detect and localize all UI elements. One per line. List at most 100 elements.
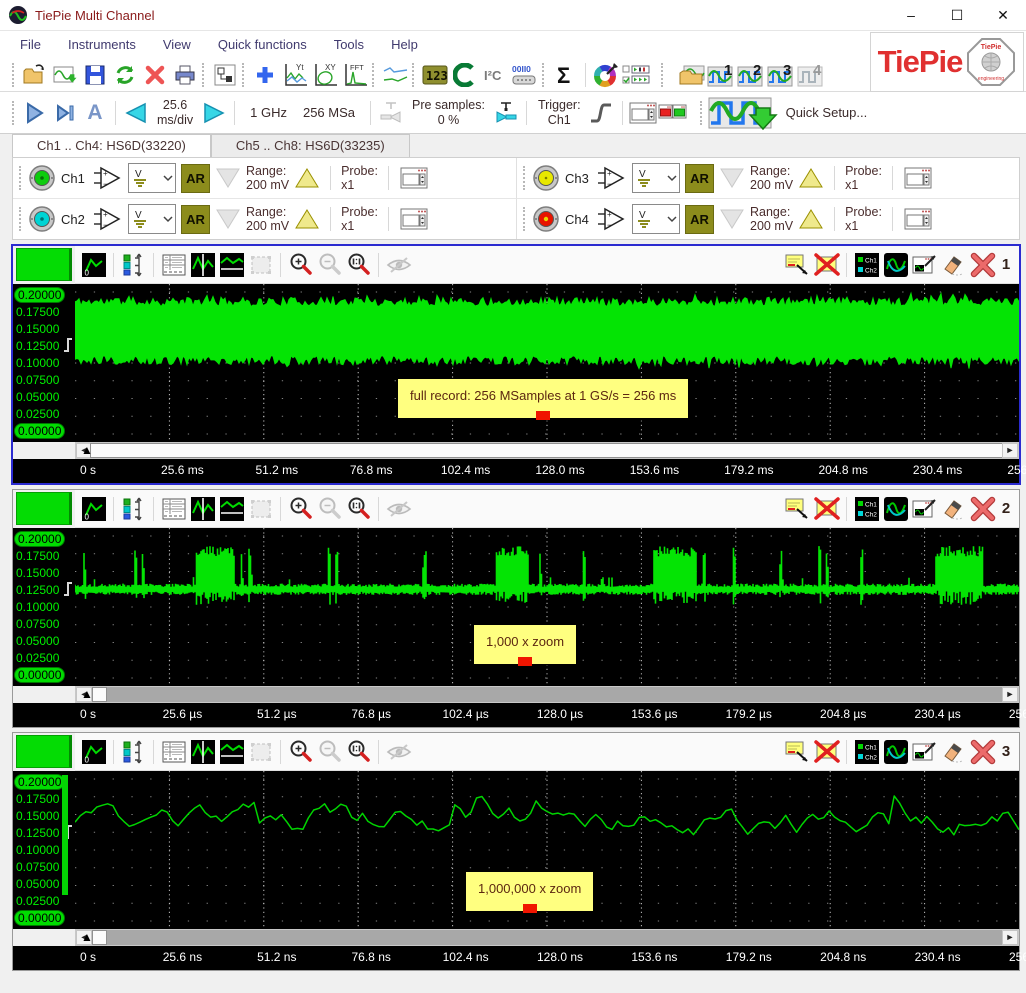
gauge-button[interactable] [450, 61, 480, 89]
horizontal-cursor-button[interactable] [217, 494, 246, 524]
amplifier-icon[interactable]: +− [93, 165, 123, 191]
range-up-triangle-icon[interactable] [798, 166, 824, 190]
export-waveform-button[interactable] [50, 61, 80, 89]
channel-settings-icon[interactable] [399, 165, 429, 191]
horizontal-scrollbar[interactable]: ▲ ◄ ► [75, 442, 1019, 459]
auto-setup-button[interactable]: A [80, 99, 110, 127]
quick-measurement-2-button[interactable]: 2 [737, 61, 767, 89]
coupling-select[interactable]: V [632, 163, 680, 193]
coupling-select[interactable]: V [128, 163, 176, 193]
sum-button[interactable]: Σ [550, 61, 580, 89]
menu-file[interactable]: File [20, 37, 41, 52]
open-file-button[interactable] [20, 61, 50, 89]
fft-graph-button[interactable]: FFT [340, 61, 370, 89]
zoom-in-button[interactable] [286, 250, 315, 280]
start-button[interactable] [20, 99, 50, 127]
scroll-right-button[interactable]: ► [1002, 930, 1018, 945]
channel-settings-icon[interactable] [903, 165, 933, 191]
autorange-button[interactable]: AR [685, 163, 714, 193]
amplifier-icon[interactable]: +− [597, 206, 627, 232]
amplifier-icon[interactable]: +− [597, 165, 627, 191]
plot-area[interactable]: 1,000,000 x zoom [75, 771, 1019, 929]
zoom-in-button[interactable] [286, 737, 315, 767]
scrollbar-thumb[interactable] [92, 930, 107, 945]
vertical-cursor-button[interactable] [188, 250, 217, 280]
axes-zero-button[interactable]: 0 [79, 737, 108, 767]
autorange-button[interactable]: AR [181, 163, 210, 193]
horizontal-scrollbar[interactable]: ▲ ◄ ► [75, 686, 1019, 703]
close-graph-button[interactable] [968, 494, 997, 524]
bnc-connector-ch3-icon[interactable] [532, 164, 560, 192]
range-up-triangle-icon[interactable] [798, 207, 824, 231]
bnc-connector-ch2-icon[interactable] [28, 205, 56, 233]
horizontal-cursor-button[interactable] [217, 250, 246, 280]
minimize-button[interactable]: – [888, 0, 934, 30]
menu-tools[interactable]: Tools [334, 37, 364, 52]
value-table-button[interactable] [159, 494, 188, 524]
eraser-button[interactable] [939, 250, 968, 280]
line-graph-button[interactable] [380, 61, 410, 89]
coupling-select[interactable]: V [128, 204, 176, 234]
zoom-in-button[interactable] [286, 494, 315, 524]
add-comment-button[interactable] [783, 494, 812, 524]
zoom-all-button[interactable] [344, 494, 373, 524]
open-in-window-button[interactable] [910, 737, 939, 767]
delete-comment-button[interactable] [812, 494, 841, 524]
amplifier-icon[interactable]: +− [93, 206, 123, 232]
add-comment-button[interactable] [783, 737, 812, 767]
print-button[interactable] [170, 61, 200, 89]
quick-measurement-3-button[interactable]: 3 [767, 61, 797, 89]
axes-zero-button[interactable]: 0 [79, 250, 108, 280]
plot-area[interactable]: full record: 256 MSamples at 1 GS/s = 25… [75, 284, 1019, 442]
vertical-cursor-button[interactable] [188, 494, 217, 524]
object-tree-button[interactable] [210, 61, 240, 89]
timebase-faster-button[interactable] [199, 99, 229, 127]
trigger-edge-button[interactable] [587, 99, 617, 127]
trace-style-button[interactable] [881, 737, 910, 767]
y-tick[interactable]: 0.00000 [14, 667, 75, 683]
value-table-button[interactable] [159, 737, 188, 767]
trigger-level-icon[interactable] [63, 578, 75, 600]
axis-offset-slider[interactable] [16, 735, 72, 768]
axis-offset-slider[interactable] [16, 248, 72, 281]
menu-help[interactable]: Help [391, 37, 418, 52]
y-tick[interactable]: 0.20000 [14, 287, 75, 303]
meter-button[interactable]: 123 [420, 61, 450, 89]
autorange-button[interactable]: AR [181, 204, 210, 234]
tab-hs6d-33235[interactable]: Ch5 .. Ch8: HS6D(33235) [210, 134, 410, 157]
comment-note[interactable]: 1,000,000 x zoom [465, 871, 595, 913]
open-in-window-button[interactable] [910, 250, 939, 280]
scroll-right-button[interactable]: ► [1002, 443, 1018, 458]
add-comment-button[interactable] [783, 250, 812, 280]
range-up-triangle-icon[interactable] [294, 166, 320, 190]
delete-button[interactable] [140, 61, 170, 89]
eraser-button[interactable] [939, 494, 968, 524]
xy-graph-button[interactable]: XY [310, 61, 340, 89]
trigger-level-icon[interactable] [63, 334, 75, 356]
autorange-button[interactable]: AR [685, 204, 714, 234]
bnc-connector-ch1-icon[interactable] [28, 164, 56, 192]
horizontal-cursor-button[interactable] [217, 737, 246, 767]
scrollbar-thumb[interactable] [92, 687, 107, 702]
close-button[interactable]: ✕ [980, 0, 1026, 30]
process-options-button[interactable] [621, 61, 651, 89]
trace-style-button[interactable] [881, 250, 910, 280]
y-tick[interactable]: 0.20000 [14, 531, 75, 547]
add-object-button[interactable] [250, 61, 280, 89]
save-button[interactable] [80, 61, 110, 89]
sample-settings[interactable]: 1 GHz 256 MSa [250, 105, 355, 120]
axis-zoom-range-indicator[interactable] [62, 775, 68, 895]
trigger-settings-button[interactable] [628, 99, 658, 127]
protocol-analyzer-button[interactable]: 00II0 [510, 61, 540, 89]
close-graph-button[interactable] [968, 737, 997, 767]
open-measurement-button[interactable] [677, 61, 707, 89]
scrollbar-thumb[interactable] [90, 443, 1004, 458]
delete-comment-button[interactable] [812, 737, 841, 767]
trace-offsets-button[interactable] [119, 737, 148, 767]
axes-zero-button[interactable]: 0 [79, 494, 108, 524]
trace-offsets-button[interactable] [119, 494, 148, 524]
presamples-increase-button[interactable] [491, 99, 521, 127]
maximize-button[interactable]: ☐ [934, 0, 980, 30]
y-tick[interactable]: 0.00000 [14, 910, 75, 926]
presamples-display[interactable]: Pre samples: 0 % [412, 98, 485, 127]
